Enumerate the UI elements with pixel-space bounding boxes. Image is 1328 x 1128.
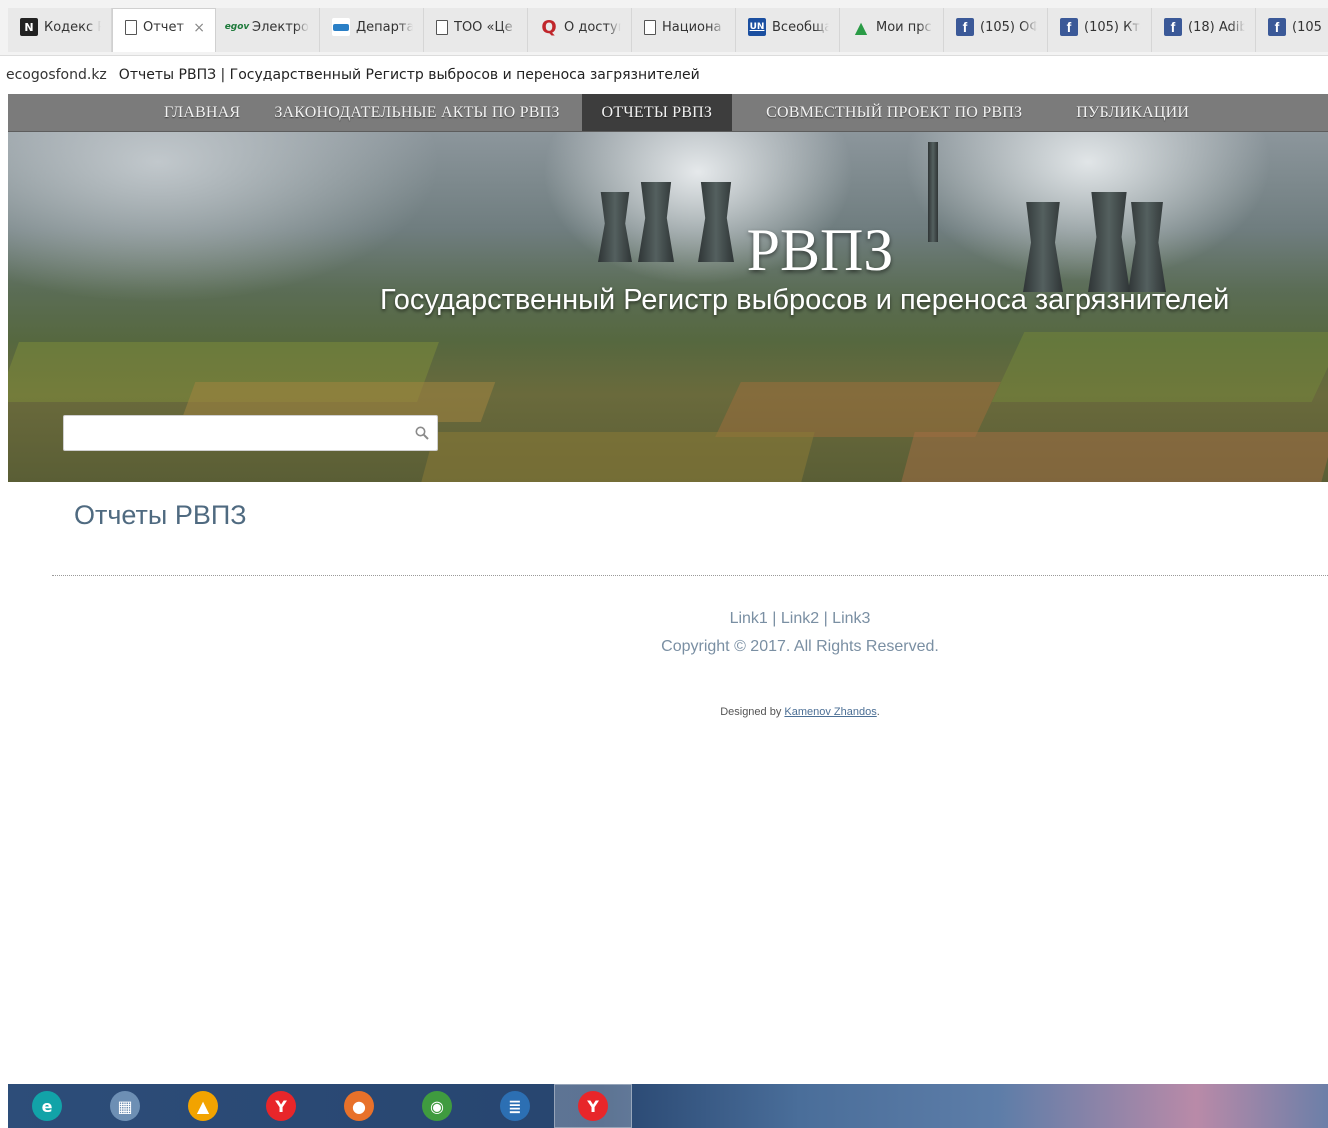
document-icon xyxy=(436,19,448,35)
browser-tab[interactable]: egov Электро xyxy=(216,8,320,52)
site-search-box xyxy=(63,415,438,451)
facebook-icon: f xyxy=(1060,18,1078,36)
browser-tab[interactable]: f (105) Кто xyxy=(1048,8,1152,52)
designer-link[interactable]: Kamenov Zhandos xyxy=(784,706,876,718)
egov-icon: egov xyxy=(224,22,250,32)
footer-credits: Designed by Kamenov Zhandos. xyxy=(0,706,1328,718)
site-navigation: ГЛАВНАЯ ЗАКОНОДАТЕЛЬНЫЕ АКТЫ ПО РВПЗ ОТЧ… xyxy=(8,94,1328,132)
close-icon[interactable]: × xyxy=(193,20,205,36)
browser-tab[interactable]: f (18) Adib xyxy=(1152,8,1256,52)
taskbar-button[interactable]: Y xyxy=(242,1084,320,1128)
windows-taskbar: e ▦ ▲ Y ● ◉ ≣ Y xyxy=(8,1084,1328,1128)
taskbar-button[interactable]: Y xyxy=(554,1084,632,1128)
content-divider xyxy=(52,575,1328,576)
nav-item-joint-project[interactable]: СОВМЕСТНЫЙ ПРОЕКТ ПО РВПЗ xyxy=(732,94,1062,131)
hero-subtitle: Государственный Регистр выбросов и перен… xyxy=(380,284,1230,316)
hero-field-decoration xyxy=(715,382,1001,437)
hero-field-decoration xyxy=(991,332,1328,402)
browser-tab-label: (105) Кто xyxy=(1084,19,1141,35)
hero-field-decoration xyxy=(901,432,1328,482)
footer-link-separator: | xyxy=(767,610,781,627)
yandex-browser-icon: Y xyxy=(578,1091,608,1121)
browser-tab-label: Мои прс xyxy=(876,19,932,35)
browser-tab-label: (105) ОФ xyxy=(980,19,1037,35)
footer-link-3[interactable]: Link3 xyxy=(832,610,870,627)
moi-icon: ▲ xyxy=(854,17,868,37)
browser-tab[interactable]: ТОО «Це xyxy=(424,8,528,52)
browser-tab-strip: N Кодекс Р Отчет × egov Электро Департа ТОО «Це… xyxy=(0,0,1328,56)
browser-tab-label: Кодекс Р xyxy=(44,19,101,35)
browser-tab[interactable]: Департа xyxy=(320,8,424,52)
facebook-icon: f xyxy=(1268,18,1286,36)
page-title: Отчеты РВПЗ xyxy=(74,500,247,530)
chrome-icon: ◉ xyxy=(422,1091,452,1121)
footer-link-separator: | xyxy=(819,610,833,627)
browser-tab[interactable]: Q О доступ xyxy=(528,8,632,52)
nav-item-home[interactable]: ГЛАВНАЯ xyxy=(150,94,260,131)
facebook-icon: f xyxy=(956,18,974,36)
address-bar[interactable]: ecogosfond.kz Отчеты РВПЗ | Государствен… xyxy=(0,56,1328,94)
browser-tab-label: ТОО «Це xyxy=(454,19,513,35)
browser-tab-label: Всеобща xyxy=(772,19,829,35)
archicad-icon: ▲ xyxy=(188,1091,218,1121)
site-search-input[interactable] xyxy=(64,416,407,450)
browser-tab-label: (18) Adib xyxy=(1188,19,1245,35)
calculator-icon: ▦ xyxy=(110,1091,140,1121)
hero-title: РВПЗ xyxy=(746,217,894,283)
browser-tab[interactable]: Национа xyxy=(632,8,736,52)
credits-prefix: Designed by xyxy=(720,706,785,718)
un-icon: UN xyxy=(748,18,766,36)
search-icon[interactable] xyxy=(407,416,437,450)
footer-link-2[interactable]: Link2 xyxy=(781,610,819,627)
nav-item-reports[interactable]: ОТЧЕТЫ РВПЗ xyxy=(581,94,733,131)
browser-tab[interactable]: N Кодекс Р xyxy=(8,8,112,52)
nav-item-publications[interactable]: ПУБЛИКАЦИИ xyxy=(1062,94,1203,131)
taskbar-button[interactable]: ▦ xyxy=(86,1084,164,1128)
taskbar-button[interactable]: e xyxy=(8,1084,86,1128)
document-icon xyxy=(125,20,137,35)
facebook-icon: f xyxy=(1164,18,1182,36)
browser-tab[interactable]: ▲ Мои прс xyxy=(840,8,944,52)
browser-tab-label: О доступ xyxy=(564,19,621,35)
browser-tab-label: Электро xyxy=(252,19,309,35)
browser-tab-label: (105 xyxy=(1292,19,1322,35)
hero-banner: РВПЗ Государственный Регистр выбросов и … xyxy=(8,132,1328,482)
footer-link-1[interactable]: Link1 xyxy=(730,610,768,627)
browser-tab[interactable]: Отчет × xyxy=(112,8,216,52)
wordpad-icon: ≣ xyxy=(500,1091,530,1121)
credits-suffix: . xyxy=(876,706,880,718)
footer-links: Link1 | Link2 | Link3 xyxy=(0,610,1328,628)
yandex-browser-icon: Y xyxy=(266,1091,296,1121)
taskbar-button[interactable]: ≣ xyxy=(476,1084,554,1128)
footer-copyright: Copyright © 2017. All Rights Reserved. xyxy=(661,638,939,655)
address-page-title: Отчеты РВПЗ | Государственный Регистр вы… xyxy=(118,67,700,83)
document-icon xyxy=(644,19,656,35)
department-icon xyxy=(332,18,350,36)
firefox-icon: ● xyxy=(344,1091,374,1121)
kodeks-icon: N xyxy=(20,18,38,36)
hero-field-decoration xyxy=(421,432,815,482)
browser-tab[interactable]: f (105) ОФ xyxy=(944,8,1048,52)
taskbar-button[interactable]: ◉ xyxy=(398,1084,476,1128)
nav-item-legislation[interactable]: ЗАКОНОДАТЕЛЬНЫЕ АКТЫ ПО РВПЗ xyxy=(260,94,581,131)
browser-tab[interactable]: UN Всеобща xyxy=(736,8,840,52)
taskbar-button[interactable]: ▲ xyxy=(164,1084,242,1128)
browser-tab[interactable]: f (105 xyxy=(1256,8,1328,52)
taskbar-button[interactable]: ● xyxy=(320,1084,398,1128)
eset-icon: e xyxy=(32,1091,62,1121)
browser-tab-label: Отчет xyxy=(143,20,185,35)
browser-tab-label: Национа xyxy=(662,19,722,35)
search-icon: Q xyxy=(541,16,557,38)
address-domain: ecogosfond.kz xyxy=(6,67,107,83)
browser-tab-label: Департа xyxy=(356,19,413,35)
